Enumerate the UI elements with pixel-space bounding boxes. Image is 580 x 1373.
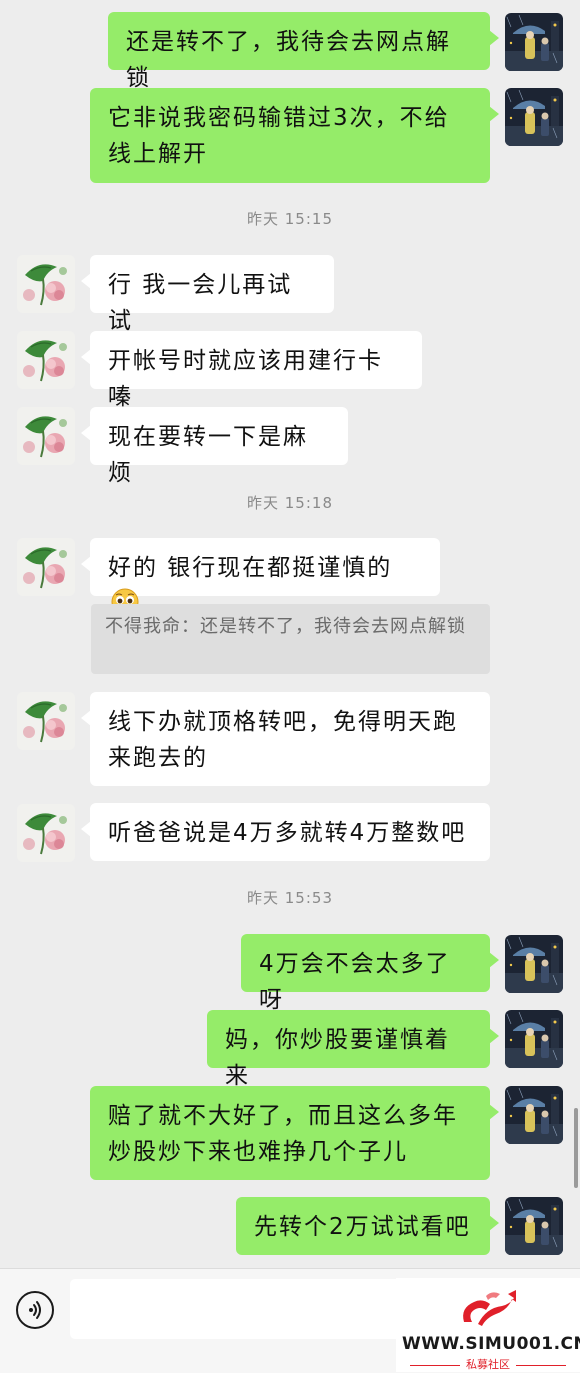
contact-avatar[interactable]	[17, 407, 75, 465]
incoming-message[interactable]: 行 我一会儿再试试	[81, 255, 334, 334]
watermark-site: WWW.SIMU001.CN	[402, 1334, 580, 1354]
outgoing-message[interactable]: 赔了就不大好了，而且这么多年炒股炒下来也难挣几个子儿	[90, 1086, 499, 1180]
message-text: 先转个2万试试看吧	[254, 1214, 471, 1240]
message-text: 线下办就顶格转吧，免得明天跑来跑去的	[108, 709, 458, 771]
message-text: 妈，你炒股要谨慎着来	[225, 1027, 450, 1089]
contact-avatar[interactable]	[17, 538, 75, 596]
outgoing-message[interactable]: 它非说我密码输错过3次，不给线上解开	[90, 88, 499, 183]
outgoing-message[interactable]: 4万会不会太多了呀	[241, 934, 499, 1013]
incoming-message[interactable]: 开帐号时就应该用建行卡嗪	[81, 331, 422, 410]
outgoing-message[interactable]: 妈，你炒股要谨慎着来	[207, 1010, 499, 1089]
chat-scrollbar[interactable]	[574, 1108, 578, 1188]
timestamp: 昨天 15:53	[247, 889, 333, 907]
simu-logo-icon	[456, 1286, 518, 1330]
self-avatar[interactable]	[505, 13, 563, 71]
contact-avatar[interactable]	[17, 255, 75, 313]
watermark: WWW.SIMU001.CN 私募社区	[396, 1278, 580, 1372]
outgoing-message[interactable]: 还是转不了，我待会去网点解锁	[108, 12, 499, 91]
self-avatar[interactable]	[505, 88, 563, 146]
message-text: 赔了就不大好了，而且这么多年炒股炒下来也难挣几个子儿	[108, 1103, 458, 1165]
contact-avatar[interactable]	[17, 804, 75, 862]
self-avatar[interactable]	[505, 1086, 563, 1144]
incoming-message[interactable]: 听爸爸说是4万多就转4万整数吧	[81, 803, 490, 861]
self-avatar[interactable]	[505, 1010, 563, 1068]
message-text: 行 我一会儿再试试	[108, 272, 293, 334]
contact-avatar[interactable]	[17, 692, 75, 750]
self-avatar[interactable]	[505, 935, 563, 993]
self-avatar[interactable]	[505, 1197, 563, 1255]
message-text: 4万会不会太多了呀	[259, 951, 451, 1013]
timestamp: 昨天 15:18	[247, 494, 333, 512]
watermark-subtitle: 私募社区	[402, 1356, 574, 1372]
message-text: 好的 银行现在都挺谨慎的	[108, 555, 393, 581]
message-text: 听爸爸说是4万多就转4万整数吧	[108, 820, 467, 846]
incoming-message[interactable]: 现在要转一下是麻烦	[81, 407, 348, 486]
voice-input-icon[interactable]	[16, 1291, 54, 1329]
quote-text: 还是转不了，我待会去网点解锁	[200, 616, 466, 637]
quoted-message[interactable]: 不得我命：还是转不了，我待会去网点解锁	[91, 604, 490, 674]
quote-sender: 不得我命	[105, 616, 181, 637]
outgoing-message[interactable]: 先转个2万试试看吧	[236, 1197, 499, 1255]
incoming-message[interactable]: 好的 银行现在都挺谨慎的	[81, 538, 440, 616]
timestamp: 昨天 15:15	[247, 210, 333, 228]
message-text: 现在要转一下是麻烦	[108, 424, 308, 486]
message-text: 开帐号时就应该用建行卡嗪	[108, 348, 383, 410]
message-text: 还是转不了，我待会去网点解锁	[126, 29, 451, 91]
incoming-message[interactable]: 线下办就顶格转吧，免得明天跑来跑去的	[81, 692, 490, 786]
message-text: 它非说我密码输错过3次，不给线上解开	[108, 105, 450, 167]
contact-avatar[interactable]	[17, 331, 75, 389]
quote-separator: ：	[181, 616, 200, 637]
